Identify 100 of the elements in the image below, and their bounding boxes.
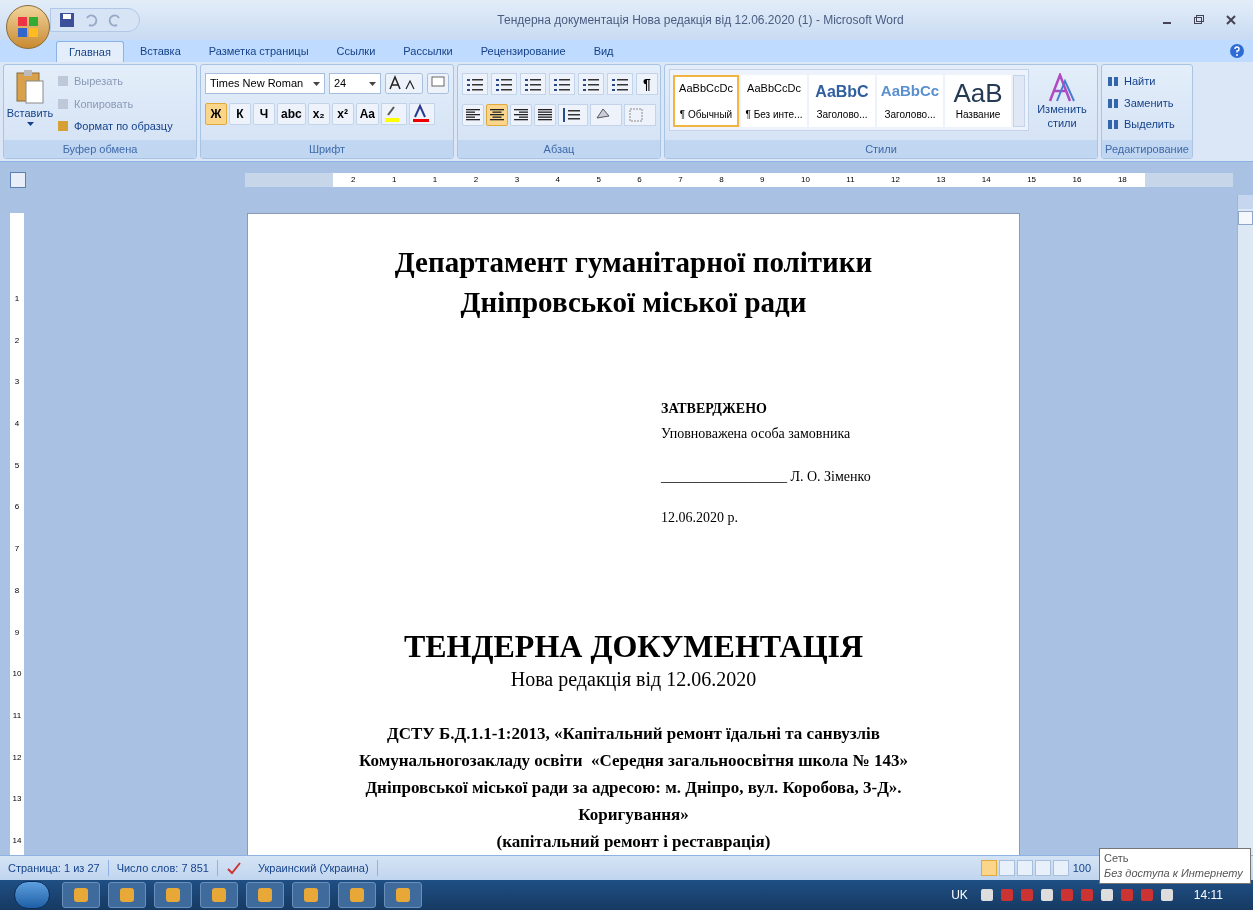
style-preview: AaBbC [815, 82, 869, 102]
office-button[interactable] [6, 5, 50, 49]
font-name-field[interactable]: Times New Roman [205, 73, 325, 94]
ruler-number: 10 [800, 174, 810, 186]
caret-icon [369, 81, 376, 86]
taskbar-app[interactable] [384, 882, 422, 908]
show-marks-button[interactable]: ¶ [636, 73, 658, 95]
align-button[interactable] [462, 104, 484, 126]
page-count[interactable]: Страница: 1 из 27 [0, 859, 109, 877]
style-button[interactable]: AaBbCc Заголово... [877, 75, 943, 127]
zoom-level[interactable]: 100 [1072, 859, 1091, 877]
paste-button[interactable]: Вставить [8, 69, 52, 140]
ruler-number: 12 [891, 174, 900, 186]
ruler-number: 16 [1072, 174, 1082, 186]
justify-icon [538, 109, 552, 121]
word-count[interactable]: Число слов: 7 851 [108, 859, 218, 877]
caret-icon [313, 81, 320, 86]
ribbon-tab[interactable]: Ссылки [324, 41, 388, 62]
approval-role: Уповноважена особа замовника [661, 425, 852, 443]
taskbar-app[interactable] [154, 882, 192, 908]
logo-icon [17, 16, 39, 38]
style-button[interactable]: AaBbCcDc ¶ Обычный [673, 75, 739, 127]
multilevel-list-icon[interactable] [520, 73, 546, 95]
ruler-number: 1 [391, 174, 397, 186]
ruler-number: 5 [14, 459, 20, 472]
clipboard-button[interactable]: Формат по образцу [56, 118, 173, 135]
align-button[interactable] [486, 104, 508, 126]
tooltip-text: Без доступа к Интернету [1104, 866, 1244, 881]
numbering-icon[interactable] [491, 73, 517, 95]
group-label: Абзац [543, 141, 575, 157]
style-name: Название [955, 108, 1001, 122]
ruler-number: 2 [14, 334, 20, 347]
taskbar-app[interactable] [200, 882, 238, 908]
spellcheck-icon[interactable] [225, 861, 242, 875]
ruler-number: 14 [12, 834, 22, 847]
ruler-number: 13 [936, 174, 946, 186]
taskbar-app[interactable] [108, 882, 146, 908]
ruler-number: 10 [12, 668, 22, 681]
ruler-number: 6 [14, 501, 20, 514]
align-left-icon [466, 109, 480, 121]
align-button[interactable] [534, 104, 556, 126]
tab-selector[interactable] [10, 172, 26, 188]
ruler-number: 8 [719, 174, 724, 186]
bullets-icon[interactable] [462, 73, 488, 95]
signature-line: __________________ Л. О. Зіменко [661, 468, 872, 486]
save-icon[interactable] [59, 12, 75, 28]
taskbar-app[interactable] [292, 882, 330, 908]
ribbon-tab[interactable]: Вид [581, 41, 626, 62]
format-button[interactable]: x² [331, 103, 354, 125]
change-styles-button[interactable]: Изменить стили [1033, 69, 1091, 140]
format-button[interactable]: К [229, 103, 251, 125]
format-button[interactable]: abc [277, 103, 306, 125]
taskbar-app[interactable] [246, 882, 284, 908]
ruler-number: 6 [637, 174, 642, 186]
editing-button[interactable]: Выделить [1106, 116, 1175, 133]
clear-format-icon[interactable] [427, 73, 449, 94]
taskbar-app[interactable] [62, 882, 100, 908]
approval-title: ЗАТВЕРДЖЕНО [661, 400, 768, 418]
caret-icon [26, 121, 34, 126]
heading-line: Дніпровської міської ради [460, 285, 807, 320]
ribbon-tab[interactable]: Рассылки [391, 41, 465, 62]
align-button[interactable] [510, 104, 532, 126]
ruler-number: 3 [514, 174, 520, 186]
taskbar-app[interactable] [338, 882, 376, 908]
ruler-number: 13 [12, 793, 22, 806]
language-status[interactable]: Украинский (Украина) [249, 859, 378, 877]
ribbon-tab[interactable]: Рецензирование [468, 41, 578, 62]
body-line: (капітальний ремонт і реставрація) [496, 831, 771, 853]
clock[interactable]: 14:11 [1193, 886, 1223, 904]
indent-icon[interactable] [578, 73, 604, 95]
ribbon-tab[interactable]: Главная [56, 41, 124, 62]
input-language[interactable]: UK [951, 886, 968, 904]
ruler-number: 5 [596, 174, 601, 186]
format-button[interactable]: Ч [253, 103, 275, 125]
outdent-icon[interactable] [549, 73, 575, 95]
editing-button[interactable]: Заменить [1106, 94, 1175, 111]
style-button[interactable]: AaBbCcDc ¶ Без инте... [741, 75, 807, 127]
format-button[interactable]: Ж [205, 103, 227, 125]
style-button[interactable]: AaBbC Заголово... [809, 75, 875, 127]
font-size-field[interactable]: 24 [329, 73, 381, 94]
ribbon-tab[interactable]: Вставка [127, 41, 193, 62]
align-center-icon [490, 109, 504, 121]
format-button[interactable]: x₂ [307, 103, 330, 125]
help-icon[interactable] [1229, 43, 1245, 59]
font-color-icon[interactable] [409, 103, 436, 125]
line-spacing-icon[interactable] [558, 104, 588, 126]
shading-icon[interactable] [590, 104, 622, 126]
restore-icon[interactable] [1193, 14, 1205, 26]
sort-icon[interactable] [607, 73, 633, 95]
ruler-number: 11 [12, 709, 22, 722]
styles-icon [1047, 73, 1077, 103]
highlight-icon[interactable] [381, 103, 408, 125]
editing-button[interactable]: Найти [1106, 73, 1175, 90]
close-icon[interactable] [1225, 14, 1237, 26]
approval-date: 12.06.2020 р. [661, 509, 739, 527]
ribbon-tab[interactable]: Разметка страницы [196, 41, 321, 62]
style-name: ¶ Обычный [679, 108, 733, 122]
style-button[interactable]: AaB Название [945, 75, 1011, 127]
font-grow-icon[interactable] [385, 73, 423, 94]
format-button[interactable]: Aa [355, 103, 380, 125]
